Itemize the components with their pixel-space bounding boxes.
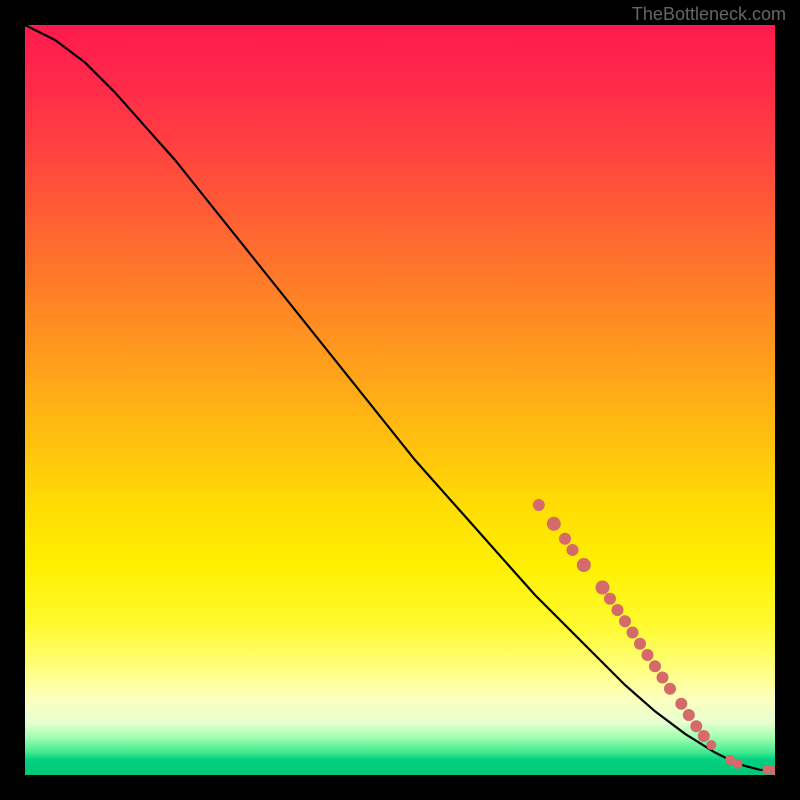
attribution-text: TheBottleneck.com — [632, 4, 786, 25]
chart-background — [25, 25, 775, 775]
